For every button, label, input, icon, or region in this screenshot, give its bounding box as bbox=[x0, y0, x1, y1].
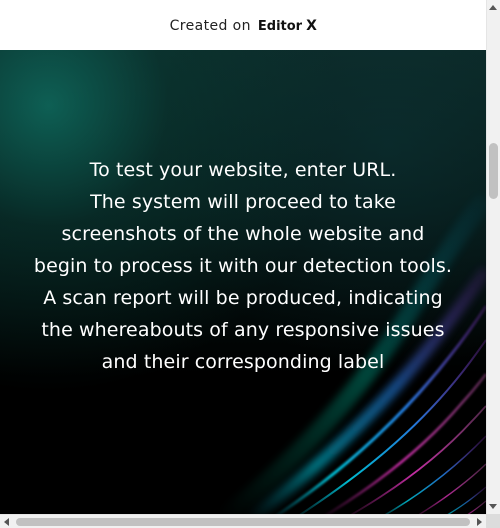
editor-x-logo[interactable]: Editor X bbox=[258, 18, 317, 34]
created-on-label: Created on bbox=[169, 18, 251, 34]
scrollbar-corner bbox=[486, 514, 500, 528]
editor-x-mark: X bbox=[306, 18, 317, 34]
hero-line: screenshots of the whole website and bbox=[61, 223, 425, 245]
hero-line: The system will proceed to take bbox=[90, 191, 396, 213]
hero-line: To test your website, enter URL. bbox=[89, 159, 397, 181]
editor-x-banner[interactable]: Created on Editor X bbox=[0, 0, 486, 50]
hero-line: begin to process it with our detection t… bbox=[33, 255, 453, 277]
scroll-up-arrow-icon[interactable] bbox=[489, 5, 497, 10]
hero-section: To test your website, enter URL. The sys… bbox=[0, 50, 486, 514]
vertical-scrollbar[interactable] bbox=[486, 0, 500, 514]
horizontal-scrollbar[interactable] bbox=[0, 514, 486, 528]
hero-line: and their corresponding label bbox=[101, 351, 385, 373]
hero-description: To test your website, enter URL. The sys… bbox=[0, 154, 486, 378]
page-viewport: Created on Editor X To test your website… bbox=[0, 0, 486, 514]
hero-line: the whereabouts of any responsive issues bbox=[41, 319, 445, 341]
scroll-down-arrow-icon[interactable] bbox=[489, 504, 497, 509]
editor-brand-name: Editor bbox=[257, 19, 303, 34]
scroll-right-arrow-icon[interactable] bbox=[477, 518, 482, 526]
vertical-scroll-thumb[interactable] bbox=[489, 143, 498, 199]
horizontal-scroll-thumb[interactable] bbox=[16, 518, 470, 526]
scroll-left-arrow-icon[interactable] bbox=[4, 518, 9, 526]
hero-line: A scan report will be produced, indicati… bbox=[43, 287, 443, 309]
